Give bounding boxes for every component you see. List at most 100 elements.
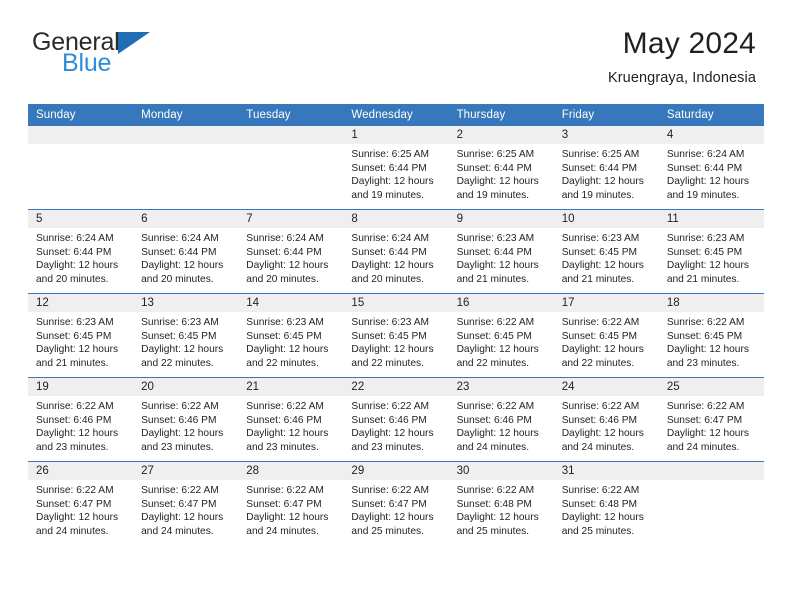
day-cell[interactable]: [238, 126, 344, 210]
sunrise-text: Sunrise: 6:22 AM: [36, 401, 114, 412]
day-cell[interactable]: 11 Sunrise: 6:23 AM Sunset: 6:45 PM Dayligh…: [658, 209, 764, 294]
day-number: 4: [658, 126, 764, 144]
day-cell[interactable]: 12 Sunrise: 6:23 AM Sunset: 6:45 PM Dayligh…: [28, 293, 134, 378]
day-details: Sunrise: 6:23 AM Sunset: 6:45 PM Daylight:…: [659, 228, 764, 286]
daylight-text-line1: Daylight: 12 hours: [141, 428, 224, 440]
daylight-text-line2: and 24 minutes.: [561, 441, 635, 453]
day-number: [238, 126, 344, 144]
sunrise-text: Sunrise: 6:22 AM: [141, 401, 219, 412]
day-cell[interactable]: 16 Sunrise: 6:22 AM Sunset: 6:45 PM Dayligh…: [448, 293, 554, 378]
day-cell[interactable]: 26 Sunrise: 6:22 AM Sunset: 6:47 PM Dayligh…: [28, 461, 134, 545]
day-cell[interactable]: 13 Sunrise: 6:23 AM Sunset: 6:45 PM Dayligh…: [133, 293, 239, 378]
day-number: 15: [343, 294, 449, 312]
daylight-text-line2: and 22 minutes.: [456, 357, 530, 369]
day-cell[interactable]: 22 Sunrise: 6:22 AM Sunset: 6:46 PM Dayligh…: [343, 377, 449, 462]
daylight-text-line1: Daylight: 12 hours: [36, 512, 119, 524]
day-number: 6: [133, 210, 239, 228]
brand-text-general: General: [32, 28, 120, 56]
day-cell[interactable]: 31 Sunrise: 6:22 AM Sunset: 6:48 PM Dayligh…: [553, 461, 659, 545]
sunrise-text: Sunrise: 6:22 AM: [561, 317, 640, 328]
sunrise-text: Sunrise: 6:22 AM: [456, 485, 535, 496]
location-subtitle: Kruengraya, Indonesia: [607, 69, 756, 86]
day-cell[interactable]: 20 Sunrise: 6:22 AM Sunset: 6:46 PM Dayligh…: [133, 377, 239, 462]
daylight-text-line2: and 20 minutes.: [141, 273, 214, 285]
sunrise-text: Sunrise: 6:22 AM: [246, 485, 324, 496]
daylight-text-line1: Daylight: 12 hours: [246, 428, 329, 440]
day-cell[interactable]: [658, 461, 764, 545]
day-cell[interactable]: 9 Sunrise: 6:23 AM Sunset: 6:44 PM Daylight…: [448, 209, 554, 294]
sunrise-text: Sunrise: 6:25 AM: [456, 149, 535, 160]
day-cell[interactable]: [133, 126, 239, 210]
daylight-text-line1: Daylight: 12 hours: [351, 428, 434, 440]
day-cell[interactable]: 5 Sunrise: 6:24 AM Sunset: 6:44 PM Daylight…: [28, 209, 134, 294]
day-cell[interactable]: 1 Sunrise: 6:25 AM Sunset: 6:44 PM Daylight…: [343, 126, 449, 210]
daylight-text-line2: and 20 minutes.: [351, 273, 424, 285]
day-cell[interactable]: 25 Sunrise: 6:22 AM Sunset: 6:47 PM Dayligh…: [658, 377, 764, 462]
day-number: 3: [553, 126, 659, 144]
sunrise-text: Sunrise: 6:25 AM: [561, 149, 640, 160]
sunset-text: Sunset: 6:44 PM: [141, 246, 217, 258]
weekday-header-friday: Friday: [553, 104, 659, 126]
day-details: Sunrise: 6:25 AM Sunset: 6:44 PM Daylight:…: [449, 144, 554, 202]
weekday-header-saturday: Saturday: [658, 104, 764, 126]
sunset-text: Sunset: 6:47 PM: [666, 414, 743, 426]
daylight-text-line1: Daylight: 12 hours: [456, 512, 539, 524]
calendar-week-row: 26 Sunrise: 6:22 AM Sunset: 6:47 PM Dayligh…: [28, 461, 764, 545]
day-cell[interactable]: 7 Sunrise: 6:24 AM Sunset: 6:44 PM Daylight…: [238, 209, 344, 294]
daylight-text-line1: Daylight: 12 hours: [666, 428, 749, 440]
daylight-text-line2: and 24 minutes.: [36, 525, 109, 537]
day-details: Sunrise: 6:25 AM Sunset: 6:44 PM Daylight:…: [343, 144, 448, 202]
day-cell[interactable]: 4 Sunrise: 6:24 AM Sunset: 6:44 PM Daylight…: [658, 126, 764, 210]
day-cell[interactable]: 15 Sunrise: 6:23 AM Sunset: 6:45 PM Dayligh…: [343, 293, 449, 378]
day-cell[interactable]: 21 Sunrise: 6:22 AM Sunset: 6:46 PM Dayligh…: [238, 377, 344, 462]
sunrise-text: Sunrise: 6:23 AM: [141, 317, 219, 328]
day-cell[interactable]: 23 Sunrise: 6:22 AM Sunset: 6:46 PM Dayligh…: [448, 377, 554, 462]
day-number: 11: [658, 210, 764, 228]
sunset-text: Sunset: 6:44 PM: [456, 162, 532, 174]
day-number: 12: [28, 294, 134, 312]
sunrise-text: Sunrise: 6:22 AM: [666, 317, 745, 328]
sunrise-text: Sunrise: 6:22 AM: [666, 401, 745, 412]
day-cell[interactable]: 18 Sunrise: 6:22 AM Sunset: 6:45 PM Dayligh…: [658, 293, 764, 378]
day-cell[interactable]: 6 Sunrise: 6:24 AM Sunset: 6:44 PM Daylight…: [133, 209, 239, 294]
calendar-week-row: 1 Sunrise: 6:25 AM Sunset: 6:44 PM Daylight…: [28, 126, 764, 210]
day-cell[interactable]: 29 Sunrise: 6:22 AM Sunset: 6:47 PM Dayligh…: [343, 461, 449, 545]
sunrise-text: Sunrise: 6:24 AM: [666, 149, 745, 160]
day-details: Sunrise: 6:24 AM Sunset: 6:44 PM Daylight:…: [133, 228, 238, 286]
day-cell[interactable]: 27 Sunrise: 6:22 AM Sunset: 6:47 PM Dayligh…: [133, 461, 239, 545]
day-cell[interactable]: 30 Sunrise: 6:22 AM Sunset: 6:48 PM Dayligh…: [448, 461, 554, 545]
sunset-text: Sunset: 6:45 PM: [36, 330, 112, 342]
daylight-text-line2: and 20 minutes.: [246, 273, 319, 285]
sunset-text: Sunset: 6:45 PM: [456, 330, 532, 342]
day-cell[interactable]: 28 Sunrise: 6:22 AM Sunset: 6:47 PM Dayligh…: [238, 461, 344, 545]
daylight-text-line1: Daylight: 12 hours: [561, 428, 644, 440]
day-number: 23: [448, 378, 554, 396]
weekday-header-sunday: Sunday: [28, 104, 134, 126]
day-cell[interactable]: [28, 126, 134, 210]
daylight-text-line1: Daylight: 12 hours: [561, 260, 644, 272]
day-cell[interactable]: 14 Sunrise: 6:23 AM Sunset: 6:45 PM Dayligh…: [238, 293, 344, 378]
day-cell[interactable]: 19 Sunrise: 6:22 AM Sunset: 6:46 PM Dayligh…: [28, 377, 134, 462]
day-cell[interactable]: 2 Sunrise: 6:25 AM Sunset: 6:44 PM Daylight…: [448, 126, 554, 210]
day-number: 13: [133, 294, 239, 312]
day-cell[interactable]: 24 Sunrise: 6:22 AM Sunset: 6:46 PM Dayligh…: [553, 377, 659, 462]
brand-logo[interactable]: General Blue: [32, 30, 150, 76]
day-cell[interactable]: 3 Sunrise: 6:25 AM Sunset: 6:44 PM Daylight…: [553, 126, 659, 210]
sunset-text: Sunset: 6:46 PM: [456, 414, 532, 426]
sunset-text: Sunset: 6:46 PM: [351, 414, 427, 426]
day-details: [133, 144, 238, 148]
day-details: Sunrise: 6:22 AM Sunset: 6:46 PM Daylight:…: [28, 396, 133, 454]
day-cell[interactable]: 10 Sunrise: 6:23 AM Sunset: 6:45 PM Dayligh…: [553, 209, 659, 294]
day-cell[interactable]: 8 Sunrise: 6:24 AM Sunset: 6:44 PM Daylight…: [343, 209, 449, 294]
day-details: Sunrise: 6:23 AM Sunset: 6:45 PM Daylight:…: [133, 312, 238, 370]
day-cell[interactable]: 17 Sunrise: 6:22 AM Sunset: 6:45 PM Dayligh…: [553, 293, 659, 378]
sunset-text: Sunset: 6:45 PM: [246, 330, 322, 342]
day-number: 29: [343, 462, 449, 480]
daylight-text-line1: Daylight: 12 hours: [246, 512, 329, 524]
day-details: Sunrise: 6:23 AM Sunset: 6:45 PM Daylight:…: [238, 312, 343, 370]
daylight-text-line1: Daylight: 12 hours: [666, 344, 749, 356]
weekday-header-monday: Monday: [133, 104, 239, 126]
day-number: 10: [553, 210, 659, 228]
sunset-text: Sunset: 6:44 PM: [246, 246, 322, 258]
day-number: 24: [553, 378, 659, 396]
